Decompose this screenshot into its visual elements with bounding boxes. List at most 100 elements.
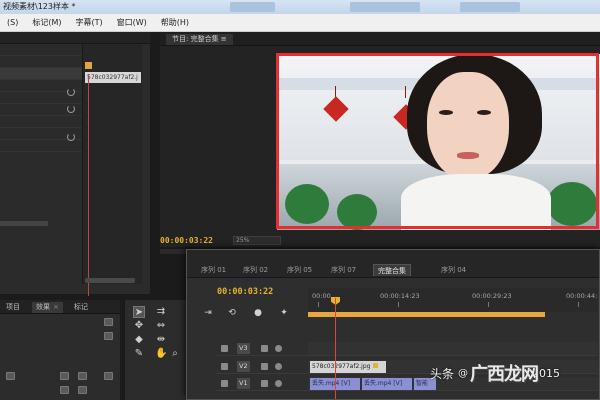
time-ruler[interactable]: 00:00 00:00:14:23 00:00:29:23 00:00:44:	[308, 288, 598, 312]
project-effects-panel: 项目 效果 × 标记	[0, 300, 120, 400]
watermark-at: @	[458, 367, 469, 379]
watermark: 头条 @ 广西龙网 2015	[430, 360, 560, 386]
ruler-label: 00:00:44:	[566, 292, 598, 300]
ruler-tick	[578, 302, 579, 307]
effect-mini-timeline: 578c032977af2.j	[82, 44, 142, 296]
fx-badge-icon	[373, 363, 379, 368]
watermark-text: 头条	[430, 366, 455, 381]
folder-icon[interactable]	[104, 372, 113, 380]
title-bar-blur	[460, 2, 520, 12]
linked-selection-icon[interactable]: ⟲	[225, 307, 239, 320]
track-name[interactable]: V3	[237, 343, 250, 354]
mini-timeline-scrollbar[interactable]	[85, 278, 135, 283]
hand-tool-icon[interactable]: ✋	[155, 348, 167, 360]
effect-scrollbar[interactable]	[0, 221, 48, 226]
effect-controls-header	[0, 32, 150, 44]
ruler-label: 00:00:14:23	[380, 292, 420, 300]
zoom-tool-icon[interactable]: ⌕	[169, 348, 181, 360]
ruler-tick	[398, 302, 399, 307]
add-marker-icon[interactable]: ●	[251, 307, 265, 320]
eye-icon[interactable]	[275, 363, 282, 370]
lock-icon[interactable]	[221, 380, 228, 387]
selection-tool-icon[interactable]: ➤	[133, 306, 145, 318]
folder-icon[interactable]	[78, 386, 87, 394]
ripple-edit-tool-icon[interactable]: ✥	[133, 320, 145, 332]
tab-effects-label: 效果	[36, 303, 50, 311]
ruler-label: 00:00	[312, 292, 331, 300]
track-name[interactable]: V2	[237, 361, 250, 372]
watermark-logo: 广西龙网	[470, 360, 539, 386]
tab-sequence-01[interactable]: 序列 01	[197, 264, 230, 276]
tab-effects[interactable]: 效果 ×	[32, 302, 63, 313]
window-title: 视频素材\123样本 *	[3, 2, 76, 11]
track-header-v1: V1	[215, 377, 307, 391]
reset-icon[interactable]	[67, 133, 75, 141]
effect-row[interactable]	[0, 116, 82, 128]
rolling-edit-tool-icon[interactable]: ⇔	[155, 320, 167, 332]
eye-icon[interactable]	[275, 380, 282, 387]
ruler-tick	[318, 302, 319, 307]
reset-icon[interactable]	[67, 88, 75, 96]
effect-row[interactable]	[0, 140, 82, 152]
tab-sequence-02[interactable]: 序列 02	[239, 264, 272, 276]
program-monitor-tabs: 节目: 完整合集 ≡	[160, 32, 600, 46]
lock-icon[interactable]	[221, 363, 228, 370]
window-title-bar: 视频素材\123样本 *	[0, 0, 600, 14]
folder-icon[interactable]	[6, 372, 15, 380]
tab-sequence-05[interactable]: 序列 05	[283, 264, 316, 276]
folder-icon[interactable]	[60, 386, 69, 394]
tab-project[interactable]: 项目	[2, 302, 24, 313]
menu-window[interactable]: 窗口(W)	[110, 17, 154, 28]
tools-panel: ➤ ⇉ ✥ ⇔ ◆ ⇹ ✎ ✋ ⌕	[124, 300, 186, 400]
track-lane-v3[interactable]	[308, 342, 598, 356]
eye-icon[interactable]	[275, 345, 282, 352]
pen-tool-icon[interactable]: ✎	[133, 348, 145, 360]
tab-sequence-07[interactable]: 序列 07	[327, 264, 360, 276]
razor-tool-icon[interactable]: ◆	[133, 334, 145, 346]
folder-icon[interactable]	[78, 372, 87, 380]
track-name[interactable]: V1	[237, 378, 250, 389]
track-header-v3: V3	[215, 342, 307, 356]
effect-controls-panel: 578c032977af2.j	[0, 32, 150, 296]
folder-icon[interactable]	[104, 318, 113, 326]
tab-full-collection[interactable]: 完整合集	[373, 264, 411, 276]
timeline-timecode[interactable]: 00:00:03:22	[217, 287, 273, 297]
timeline-clip[interactable]: 丢失.mp4 [V]	[362, 378, 412, 390]
effect-row[interactable]	[0, 68, 82, 80]
menu-title[interactable]: 字幕(T)	[68, 17, 109, 28]
sync-lock-icon[interactable]	[261, 380, 268, 387]
sync-lock-icon[interactable]	[261, 363, 268, 370]
watermark-logo-text: 广西龙网	[470, 364, 539, 385]
mini-playhead-marker[interactable]	[85, 62, 92, 69]
tab-markers[interactable]: 标记	[70, 302, 92, 313]
clip-name-tag: 578c032977af2.j	[85, 72, 141, 83]
sync-lock-icon[interactable]	[261, 345, 268, 352]
folder-icon[interactable]	[104, 332, 113, 340]
tab-project-label: 项目	[6, 303, 20, 311]
effect-row[interactable]	[0, 56, 82, 68]
tab-program-monitor[interactable]: 节目: 完整合集 ≡	[166, 34, 233, 45]
title-bar-blur	[230, 2, 275, 12]
timeline-clip[interactable]: 578c032977af2.jpg	[310, 361, 386, 373]
slip-tool-icon[interactable]: ⇹	[155, 334, 167, 346]
menu-help[interactable]: 帮助(H)	[154, 17, 196, 28]
menu-sequence[interactable]: (S)	[0, 18, 25, 27]
close-icon[interactable]: ×	[53, 303, 59, 311]
ruler-tick	[488, 302, 489, 307]
zoom-level-select[interactable]: 25%	[233, 236, 281, 245]
tab-markers-label: 标记	[74, 303, 88, 311]
settings-wrench-icon[interactable]: ✦	[277, 307, 291, 320]
title-bar-blur	[350, 2, 420, 12]
program-timecode[interactable]: 00:00:03:22	[160, 236, 213, 245]
timeline-tabs: 序列 01 序列 02 序列 05 序列 07 完整合集 序列 04	[187, 250, 599, 278]
ruler-label: 00:00:29:23	[472, 292, 512, 300]
folder-icon[interactable]	[60, 372, 69, 380]
work-area-bar[interactable]	[308, 312, 545, 317]
lock-icon[interactable]	[221, 345, 228, 352]
effect-row[interactable]	[0, 44, 82, 56]
snap-icon[interactable]: ⇥	[201, 307, 215, 320]
tab-sequence-04[interactable]: 序列 04	[437, 264, 470, 276]
reset-icon[interactable]	[67, 105, 75, 113]
track-select-tool-icon[interactable]: ⇉	[155, 306, 167, 318]
menu-marker[interactable]: 标记(M)	[25, 17, 68, 28]
